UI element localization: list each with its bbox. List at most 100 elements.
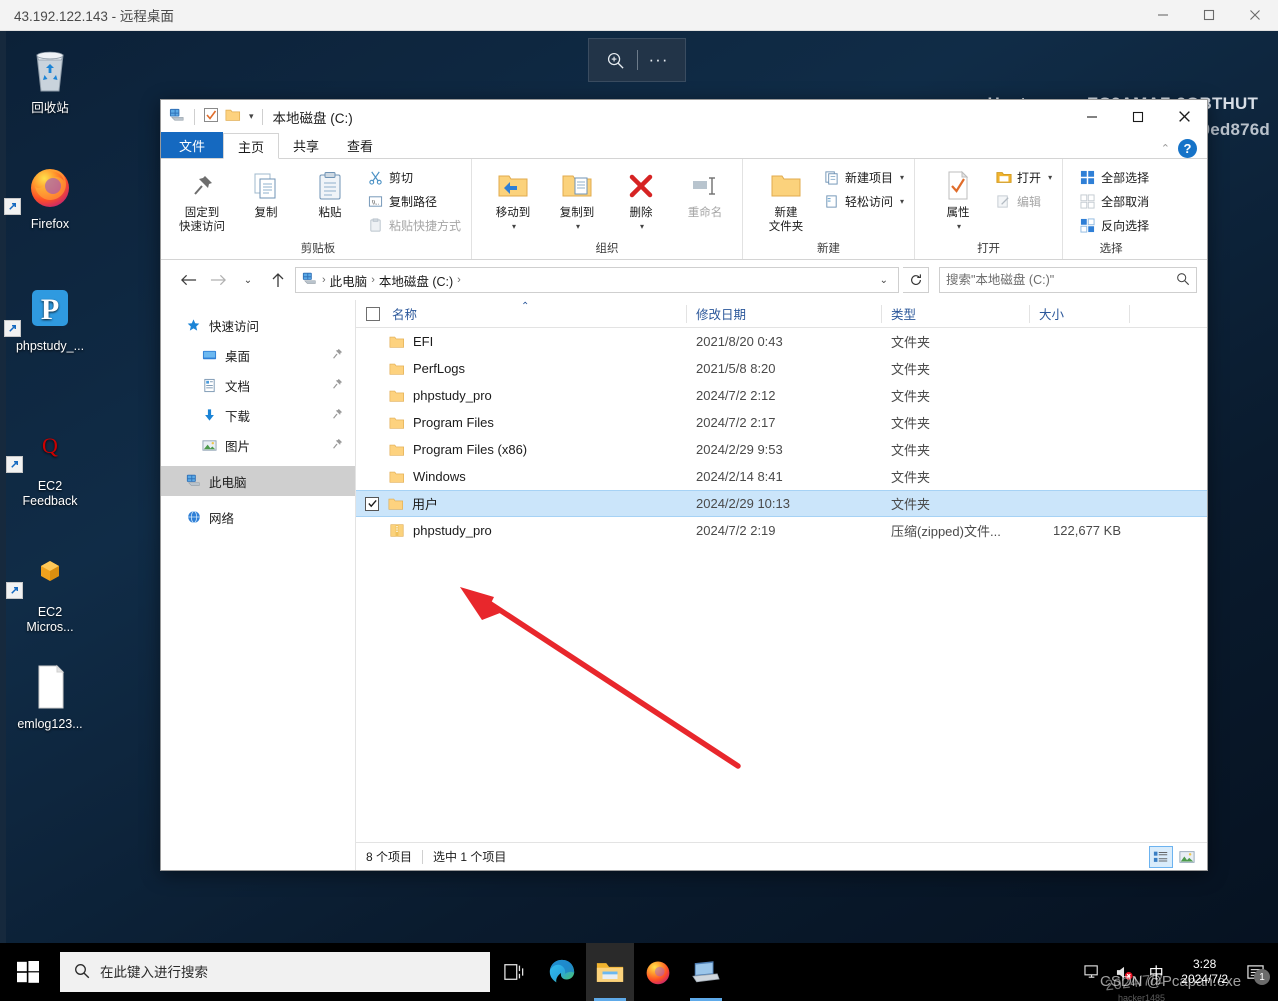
- ribbon-tab-strip[interactable]: 文件 主页 共享 查看 ⌃ ?: [161, 132, 1207, 159]
- column-header-type[interactable]: 类型: [881, 300, 1029, 328]
- file-explorer-icon[interactable]: [586, 943, 634, 1001]
- navigation-pane[interactable]: 快速访问 桌面 文档 下载 图片 此电脑 网络: [161, 300, 356, 870]
- table-row[interactable]: phpstudy_pro 2024/7/2 2:19 压缩(zipped)文件.…: [356, 517, 1207, 544]
- move-to-button[interactable]: 移动到 ▾: [482, 164, 544, 234]
- table-row[interactable]: phpstudy_pro 2024/7/2 2:12 文件夹: [356, 382, 1207, 409]
- help-button[interactable]: ?: [1178, 139, 1197, 158]
- ime-chinese-icon[interactable]: 中: [1141, 943, 1171, 1001]
- chevron-down-icon[interactable]: ▾: [640, 220, 644, 234]
- column-header-size[interactable]: 大小: [1029, 300, 1129, 328]
- sidebar-item-downloads[interactable]: 下载: [161, 400, 355, 430]
- tab-home[interactable]: 主页: [223, 133, 280, 159]
- action-center-icon[interactable]: 1: [1238, 943, 1272, 1001]
- table-row[interactable]: 用户 2024/2/29 10:13 文件夹: [356, 490, 1207, 517]
- file-rows[interactable]: EFI 2021/8/20 0:43 文件夹 PerfLogs 2021/5/8…: [356, 328, 1207, 842]
- select-all-checkbox[interactable]: [366, 306, 380, 321]
- rdp-floating-toolbar[interactable]: ···: [588, 38, 686, 82]
- table-row[interactable]: Program Files (x86) 2024/2/29 9:53 文件夹: [356, 436, 1207, 463]
- file-list-pane[interactable]: 名称 ⌃ 修改日期 类型 大小 EFI 2021/8/20 0:43 文件夹 P…: [356, 300, 1207, 870]
- select-all-button[interactable]: 全部选择: [1075, 166, 1153, 189]
- file-name-cell[interactable]: phpstudy_pro: [356, 522, 686, 539]
- file-name-cell[interactable]: phpstudy_pro: [356, 387, 686, 404]
- search-icon[interactable]: [1176, 272, 1190, 289]
- file-name-cell[interactable]: 用户: [356, 494, 686, 513]
- sidebar-item-this-pc[interactable]: 此电脑: [161, 466, 355, 496]
- chevron-down-icon[interactable]: ▾: [957, 220, 961, 234]
- large-icons-view-icon[interactable]: [1175, 846, 1199, 868]
- table-row[interactable]: Program Files 2024/7/2 2:17 文件夹: [356, 409, 1207, 436]
- sidebar-item-pictures[interactable]: 图片: [161, 430, 355, 460]
- new-item-button[interactable]: 新建项目 ▾: [819, 166, 908, 189]
- taskbar-search-input[interactable]: [100, 964, 476, 980]
- refresh-icon[interactable]: [903, 267, 929, 293]
- pin-icon[interactable]: [331, 378, 343, 393]
- row-checkbox[interactable]: [365, 496, 379, 511]
- sidebar-item-desktop[interactable]: 桌面: [161, 340, 355, 370]
- sidebar-item-quick-access[interactable]: 快速访问: [161, 310, 355, 340]
- rdp-close-button[interactable]: [1232, 0, 1278, 31]
- sidebar-item-network[interactable]: 网络: [161, 502, 355, 532]
- column-headers[interactable]: 名称 ⌃ 修改日期 类型 大小: [356, 300, 1207, 328]
- copy-to-button[interactable]: 复制到 ▾: [546, 164, 608, 234]
- pin-icon[interactable]: [331, 408, 343, 423]
- tab-view[interactable]: 查看: [333, 132, 387, 158]
- remote-desktop-icon[interactable]: [682, 943, 730, 1001]
- table-row[interactable]: Windows 2024/2/14 8:41 文件夹: [356, 463, 1207, 490]
- edge-icon[interactable]: [538, 943, 586, 1001]
- file-explorer-window[interactable]: ▾ 本地磁盘 (C:) 文件 主页 共享 查看 ⌃ ? 固定到 快速访问 复制 …: [160, 99, 1208, 871]
- chevron-down-icon[interactable]: ▾: [576, 220, 580, 234]
- column-divider[interactable]: [881, 305, 882, 323]
- tab-file[interactable]: 文件: [161, 132, 224, 158]
- breadcrumb[interactable]: › 此电脑 › 本地磁盘 (C:) › ⌄: [295, 267, 899, 293]
- open-button[interactable]: 打开 ▾: [991, 166, 1056, 189]
- explorer-close-button[interactable]: [1161, 100, 1207, 133]
- chevron-down-icon[interactable]: ▾: [512, 220, 516, 234]
- properties-button[interactable]: 属性 ▾: [927, 164, 989, 234]
- column-divider[interactable]: [1129, 305, 1130, 323]
- file-name-cell[interactable]: PerfLogs: [356, 360, 686, 377]
- recent-locations-icon[interactable]: ⌄: [235, 267, 261, 293]
- file-name-cell[interactable]: EFI: [356, 333, 686, 350]
- quick-access-toolbar[interactable]: ▾: [169, 107, 265, 127]
- cut-button[interactable]: 剪切: [363, 166, 465, 189]
- breadcrumb-dropdown-icon[interactable]: ⌄: [874, 275, 894, 286]
- chevron-down-icon[interactable]: ▾: [900, 197, 904, 206]
- paste-button[interactable]: 粘贴: [299, 164, 361, 220]
- desktop-icon-ec2-microsoft[interactable]: EC2 Micros...: [2, 549, 98, 635]
- qat-dropdown-icon[interactable]: ▾: [249, 111, 254, 122]
- chevron-down-icon[interactable]: ▾: [1048, 173, 1052, 182]
- copy-button[interactable]: 复制: [235, 164, 297, 220]
- pin-icon[interactable]: [331, 348, 343, 363]
- copy-path-button[interactable]: \\.. 复制路径: [363, 190, 465, 213]
- breadcrumb-separator[interactable]: ›: [322, 274, 326, 286]
- column-divider[interactable]: [686, 305, 687, 323]
- sidebar-item-documents[interactable]: 文档: [161, 370, 355, 400]
- breadcrumb-separator[interactable]: ›: [457, 274, 461, 286]
- back-arrow-icon[interactable]: [175, 267, 201, 293]
- desktop-icon-recycle-bin[interactable]: 回收站: [2, 45, 98, 116]
- properties-checkbox-icon[interactable]: [203, 107, 219, 126]
- zoom-in-icon[interactable]: [599, 44, 633, 76]
- new-folder-icon[interactable]: [225, 108, 241, 125]
- file-name-cell[interactable]: Program Files (x86): [356, 441, 686, 458]
- table-row[interactable]: EFI 2021/8/20 0:43 文件夹: [356, 328, 1207, 355]
- firefox-icon[interactable]: [634, 943, 682, 1001]
- windows-start-icon[interactable]: [0, 943, 56, 1001]
- forward-arrow-icon[interactable]: [205, 267, 231, 293]
- desktop-icon-emlog[interactable]: emlog123...: [2, 661, 98, 732]
- system-tray[interactable]: 中 3:28 2024/7/2 1: [1077, 943, 1278, 1001]
- taskbar-clock[interactable]: 3:28 2024/7/2: [1173, 957, 1236, 987]
- up-arrow-icon[interactable]: [265, 267, 291, 293]
- delete-button[interactable]: 删除 ▾: [610, 164, 672, 234]
- address-bar-row[interactable]: ⌄ › 此电脑 › 本地磁盘 (C:) › ⌄: [161, 260, 1207, 300]
- file-name-cell[interactable]: Windows: [356, 468, 686, 485]
- rename-button[interactable]: 重命名: [674, 164, 736, 220]
- new-folder-button[interactable]: 新建 文件夹: [755, 164, 817, 234]
- view-toggle-group[interactable]: [1149, 845, 1207, 868]
- column-divider[interactable]: [1029, 305, 1030, 323]
- explorer-maximize-button[interactable]: [1115, 100, 1161, 133]
- ribbon-panel[interactable]: 固定到 快速访问 复制 粘贴 剪切 \\.. 复制路径 粘贴快捷方式 剪贴板 移…: [161, 159, 1207, 260]
- column-header-date[interactable]: 修改日期: [686, 300, 881, 328]
- breadcrumb-item-local-disk[interactable]: 本地磁盘 (C:): [379, 271, 453, 290]
- rdp-maximize-button[interactable]: [1186, 0, 1232, 31]
